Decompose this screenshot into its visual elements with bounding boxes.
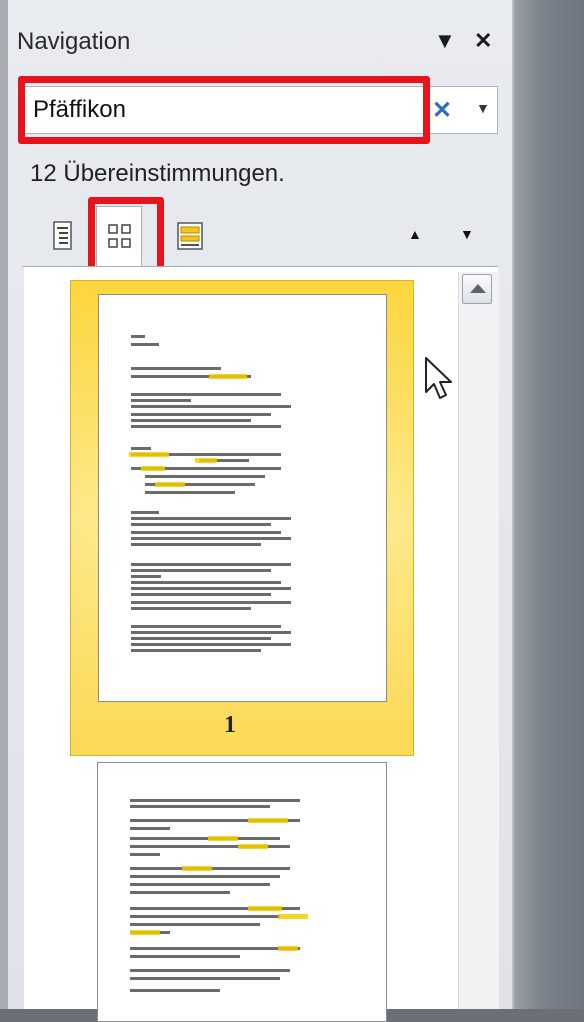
text-line (131, 343, 159, 346)
match-highlight (248, 818, 288, 823)
triangle-down-icon[interactable]: ▼ (434, 28, 456, 54)
text-line (131, 523, 271, 526)
text-line (130, 799, 300, 802)
text-line (131, 543, 261, 546)
text-line (130, 891, 230, 894)
match-highlight (208, 836, 238, 841)
text-line (131, 399, 191, 402)
text-line (131, 517, 291, 520)
text-line (130, 837, 280, 840)
close-icon[interactable]: ✕ (474, 28, 492, 54)
scrollbar[interactable] (458, 272, 499, 1009)
match-highlight (248, 906, 282, 911)
text-line (145, 475, 265, 478)
text-line (131, 601, 291, 604)
text-line (131, 649, 261, 652)
text-line (130, 977, 280, 980)
match-highlight (130, 930, 160, 935)
text-line (130, 969, 290, 972)
text-line (130, 827, 170, 830)
text-line (131, 419, 251, 422)
next-result-icon[interactable]: ▼ (460, 226, 474, 242)
text-line (131, 531, 281, 534)
match-highlight (155, 482, 185, 487)
text-line (130, 923, 260, 926)
match-highlight (182, 866, 212, 871)
match-highlight (141, 466, 165, 471)
text-line (131, 537, 291, 540)
search-results-icon (177, 222, 203, 250)
document-outline-icon (53, 221, 72, 250)
match-highlight (195, 458, 217, 463)
clear-x-icon[interactable]: ✕ (432, 96, 452, 125)
text-line (130, 947, 300, 950)
page-number-1: 1 (224, 712, 236, 738)
match-highlight (278, 946, 298, 951)
text-line (131, 405, 291, 408)
text-line (131, 425, 281, 428)
mouse-pointer-icon (425, 357, 452, 399)
text-line (131, 587, 291, 590)
dropdown-arrow-icon[interactable]: ▼ (476, 100, 490, 116)
text-line (145, 491, 235, 494)
document-edge (0, 0, 8, 1009)
text-line (130, 955, 240, 958)
text-line (131, 575, 161, 578)
page-preview-1 (98, 294, 387, 702)
pane-title: Navigation (17, 28, 131, 55)
previous-result-icon[interactable]: ▲ (408, 226, 422, 242)
match-highlight (129, 452, 169, 457)
text-line (130, 883, 270, 886)
text-line (130, 915, 280, 918)
tab-headings[interactable] (40, 206, 86, 266)
text-line (131, 607, 251, 610)
page-thumbnail-2[interactable] (97, 762, 387, 1022)
text-line (131, 643, 291, 646)
text-line (131, 367, 221, 370)
text-line (131, 593, 271, 596)
match-count: 12 Übereinstimmungen. (30, 160, 285, 187)
text-line (131, 447, 151, 450)
text-line (131, 581, 281, 584)
text-line (131, 393, 281, 396)
text-line (131, 563, 291, 566)
match-highlight (209, 374, 247, 379)
text-line (131, 625, 281, 628)
document-area[interactable] (514, 0, 584, 1009)
match-highlight (278, 914, 308, 919)
text-line (131, 631, 291, 634)
text-line (131, 511, 159, 514)
match-highlight (238, 844, 268, 849)
text-line (130, 989, 220, 992)
scroll-up-button[interactable] (462, 274, 492, 304)
tab-results[interactable] (166, 206, 212, 266)
text-line (130, 875, 280, 878)
text-line (131, 569, 271, 572)
text-line (130, 853, 160, 856)
annotation-highlight-search (18, 76, 430, 144)
text-line (131, 413, 271, 416)
text-line (130, 805, 270, 808)
text-line (131, 637, 271, 640)
text-line (131, 335, 145, 338)
